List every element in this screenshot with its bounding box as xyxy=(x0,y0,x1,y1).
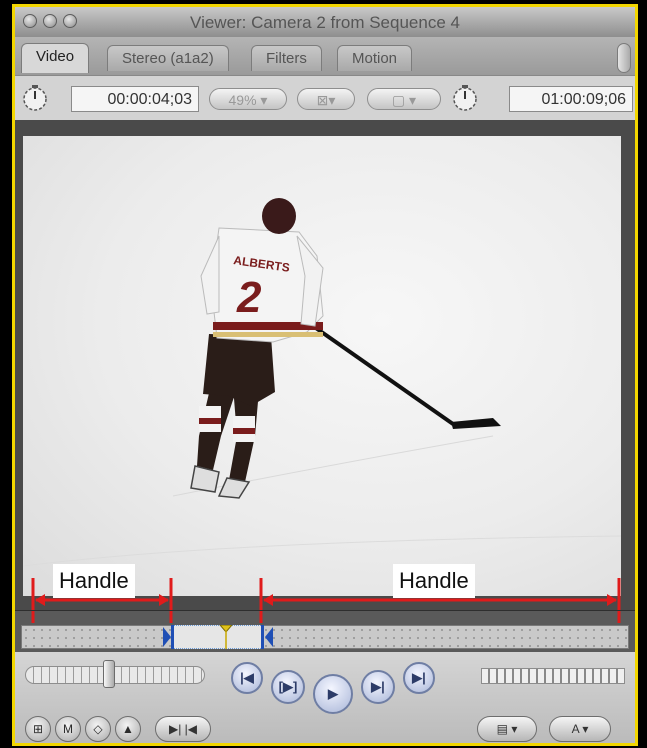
timecode-clock-icon xyxy=(453,85,477,111)
tab-stereo[interactable]: Stereo (a1a2) xyxy=(107,45,229,71)
generator-icon: A ▾ xyxy=(571,722,589,736)
display-mode-icon: ▢ ▾ xyxy=(391,92,417,108)
viewer-controls: 00:00:04;03 49% ▾ ⊠▾ ▢ ▾ 01:00:09;06 xyxy=(15,75,635,121)
scrubber-track[interactable] xyxy=(21,625,629,649)
zoom-value: 49% xyxy=(228,92,257,108)
right-handle-label: Handle xyxy=(393,564,475,598)
scrubber-bar[interactable] xyxy=(15,610,635,653)
in-out-range xyxy=(171,625,263,649)
generator-popup[interactable]: A ▾ xyxy=(549,716,611,742)
next-edit-icon: ▶| xyxy=(412,670,426,685)
in-point-marker[interactable] xyxy=(161,625,181,649)
mark-in-out-button[interactable]: ▶| |◀ xyxy=(155,716,211,742)
playhead-marker[interactable] xyxy=(219,625,233,649)
play-in-to-out-button[interactable]: [▶] xyxy=(271,670,305,704)
tab-video[interactable]: Video xyxy=(21,43,90,73)
transport-controls: |◀ [▶] ▶ ▶| ▶| ⊞ M ◇ ▲ ▶| |◀ ▤ ▾ A ▾ xyxy=(15,652,635,743)
window-title: Viewer: Camera 2 from Sequence 4 xyxy=(190,13,460,32)
keyframe-icon: ◇ xyxy=(93,722,103,736)
previous-edit-icon: |◀ xyxy=(240,670,254,685)
tab-filters[interactable]: Filters xyxy=(251,45,322,71)
viewer-canvas: ALBERTS 2 Handle Handle xyxy=(15,120,635,610)
out-point-marker[interactable] xyxy=(255,625,275,649)
recent-clips-popup[interactable]: ▤ ▾ xyxy=(477,716,537,742)
duration-clock-icon xyxy=(23,85,47,111)
handle-annotations xyxy=(31,578,621,610)
play-icon: ▶ xyxy=(328,686,338,701)
marker-icon: ▲ xyxy=(122,722,134,736)
play-around-icon: ▶| xyxy=(371,679,385,694)
play-around-current-button[interactable]: ▶| xyxy=(361,670,395,704)
title-bar: Viewer: Camera 2 from Sequence 4 xyxy=(15,7,635,38)
overlay-icon: ⊠▾ xyxy=(316,92,336,108)
jog-knob[interactable] xyxy=(103,660,115,688)
play-in-to-out-icon: [▶] xyxy=(278,679,298,694)
duration-field[interactable]: 00:00:04;03 xyxy=(71,86,199,112)
mark-clip-icon: M xyxy=(63,722,73,736)
left-handle-label: Handle xyxy=(53,564,135,598)
tab-bar: Video Stereo (a1a2) Filters Motion xyxy=(15,37,635,75)
previous-edit-button[interactable]: |◀ xyxy=(231,662,263,694)
current-timecode-field[interactable]: 01:00:09;06 xyxy=(509,86,633,112)
view-options-popup[interactable]: ⊠▾ xyxy=(297,88,355,110)
tab-overflow-handle[interactable] xyxy=(617,43,631,73)
play-button[interactable]: ▶ xyxy=(313,674,353,714)
display-mode-popup[interactable]: ▢ ▾ xyxy=(367,88,441,110)
add-keyframe-button[interactable]: ◇ xyxy=(85,716,111,742)
viewer-window: Viewer: Camera 2 from Sequence 4 Video S… xyxy=(12,4,638,746)
mark-clip-button[interactable]: M xyxy=(55,716,81,742)
shuttle-control[interactable] xyxy=(481,668,625,684)
recent-clips-icon: ▤ ▾ xyxy=(496,722,518,736)
mark-in-out-icon: ▶| |◀ xyxy=(168,722,198,736)
jog-control[interactable] xyxy=(25,666,205,684)
match-frame-icon: ⊞ xyxy=(32,722,44,736)
add-marker-button[interactable]: ▲ xyxy=(115,716,141,742)
match-frame-button[interactable]: ⊞ xyxy=(25,716,51,742)
tab-motion[interactable]: Motion xyxy=(337,45,413,71)
zoom-popup[interactable]: 49% ▾ xyxy=(209,88,287,110)
next-edit-button[interactable]: ▶| xyxy=(403,662,435,694)
